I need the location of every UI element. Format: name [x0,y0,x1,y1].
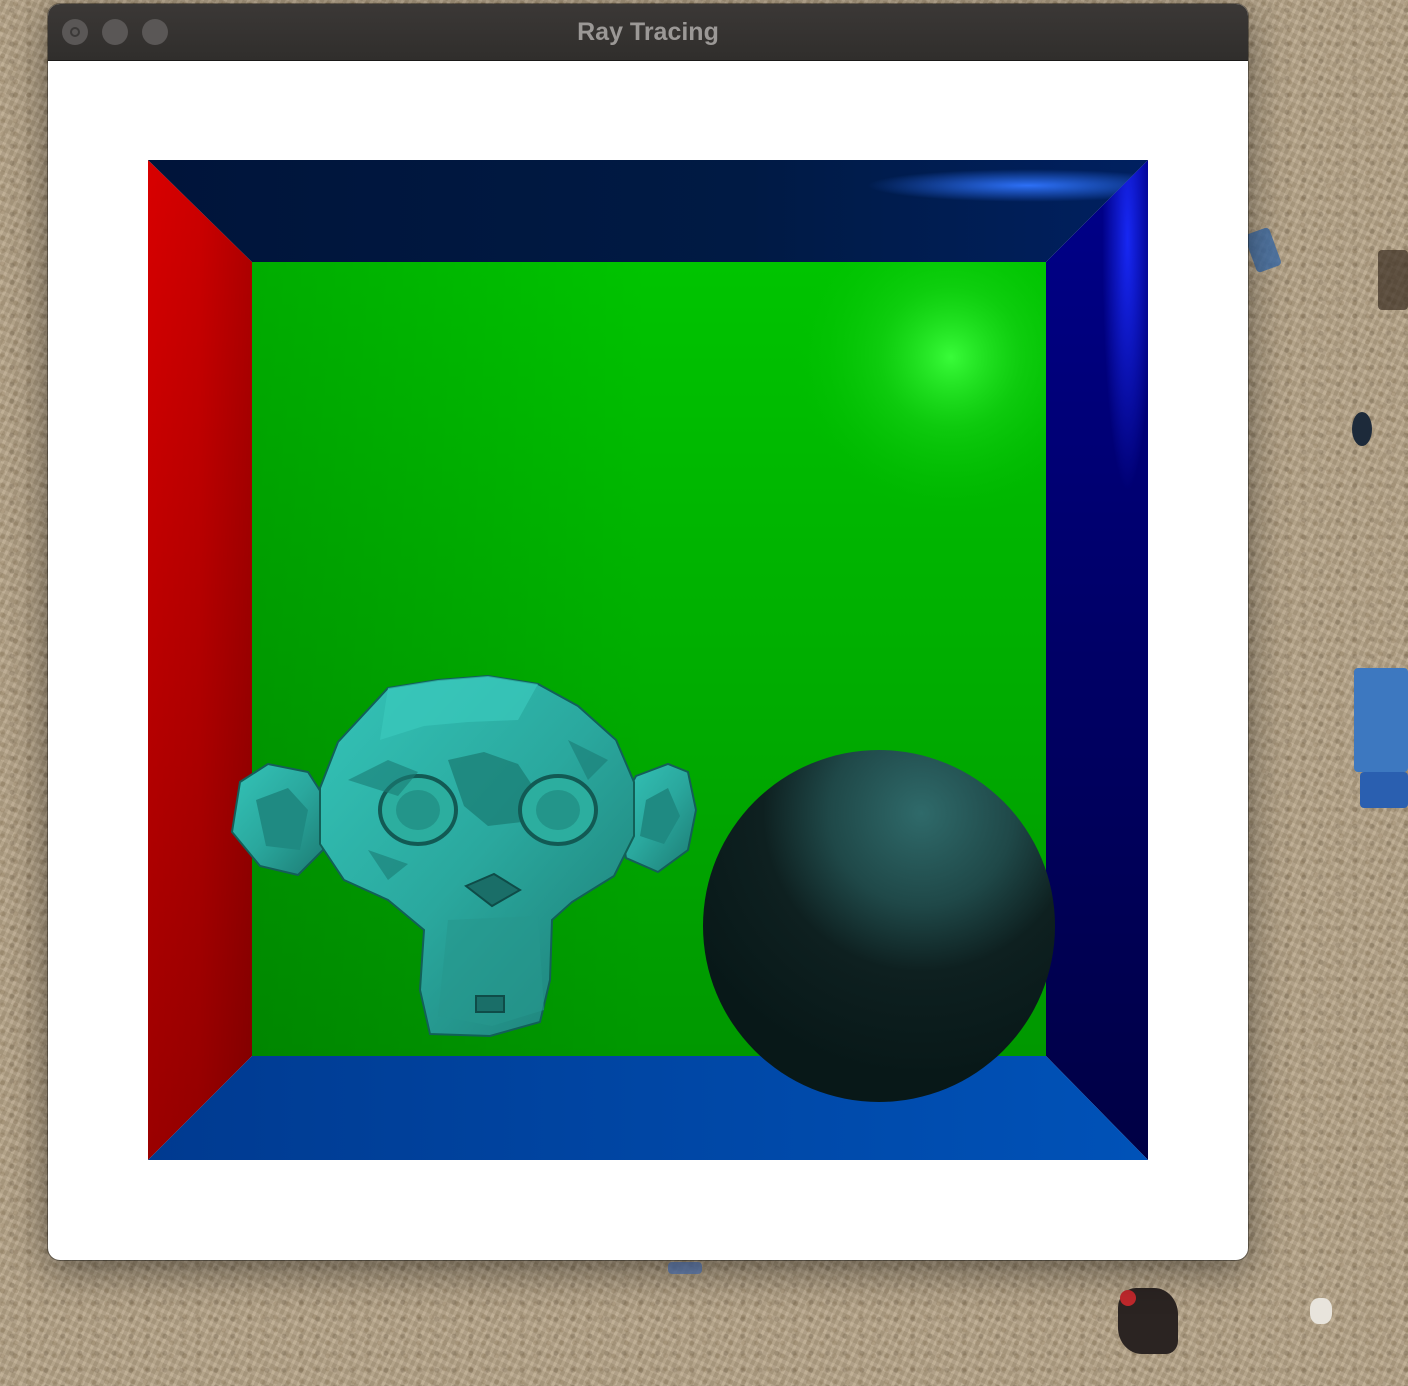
window-title: Ray Tracing [577,18,719,46]
beach-bag [1352,412,1372,446]
left-wall-shading [148,160,252,1160]
right-wall-highlight [1046,160,1148,1160]
beach-umbrella [1120,1290,1136,1306]
beach-towel [1360,772,1408,808]
ceiling-highlight [148,160,1148,262]
beach-person [1243,226,1283,274]
rendered-scene [148,160,1148,1160]
window-titlebar[interactable]: Ray Tracing [48,4,1248,61]
beach-person [1378,250,1408,310]
app-window: Ray Tracing [48,4,1248,1260]
beach-towel [668,1262,702,1274]
render-canvas [148,160,1148,1160]
beach-person [1310,1298,1332,1324]
dark-sphere [703,750,1055,1102]
floor [148,1056,1148,1160]
beach-towel [1354,668,1408,772]
